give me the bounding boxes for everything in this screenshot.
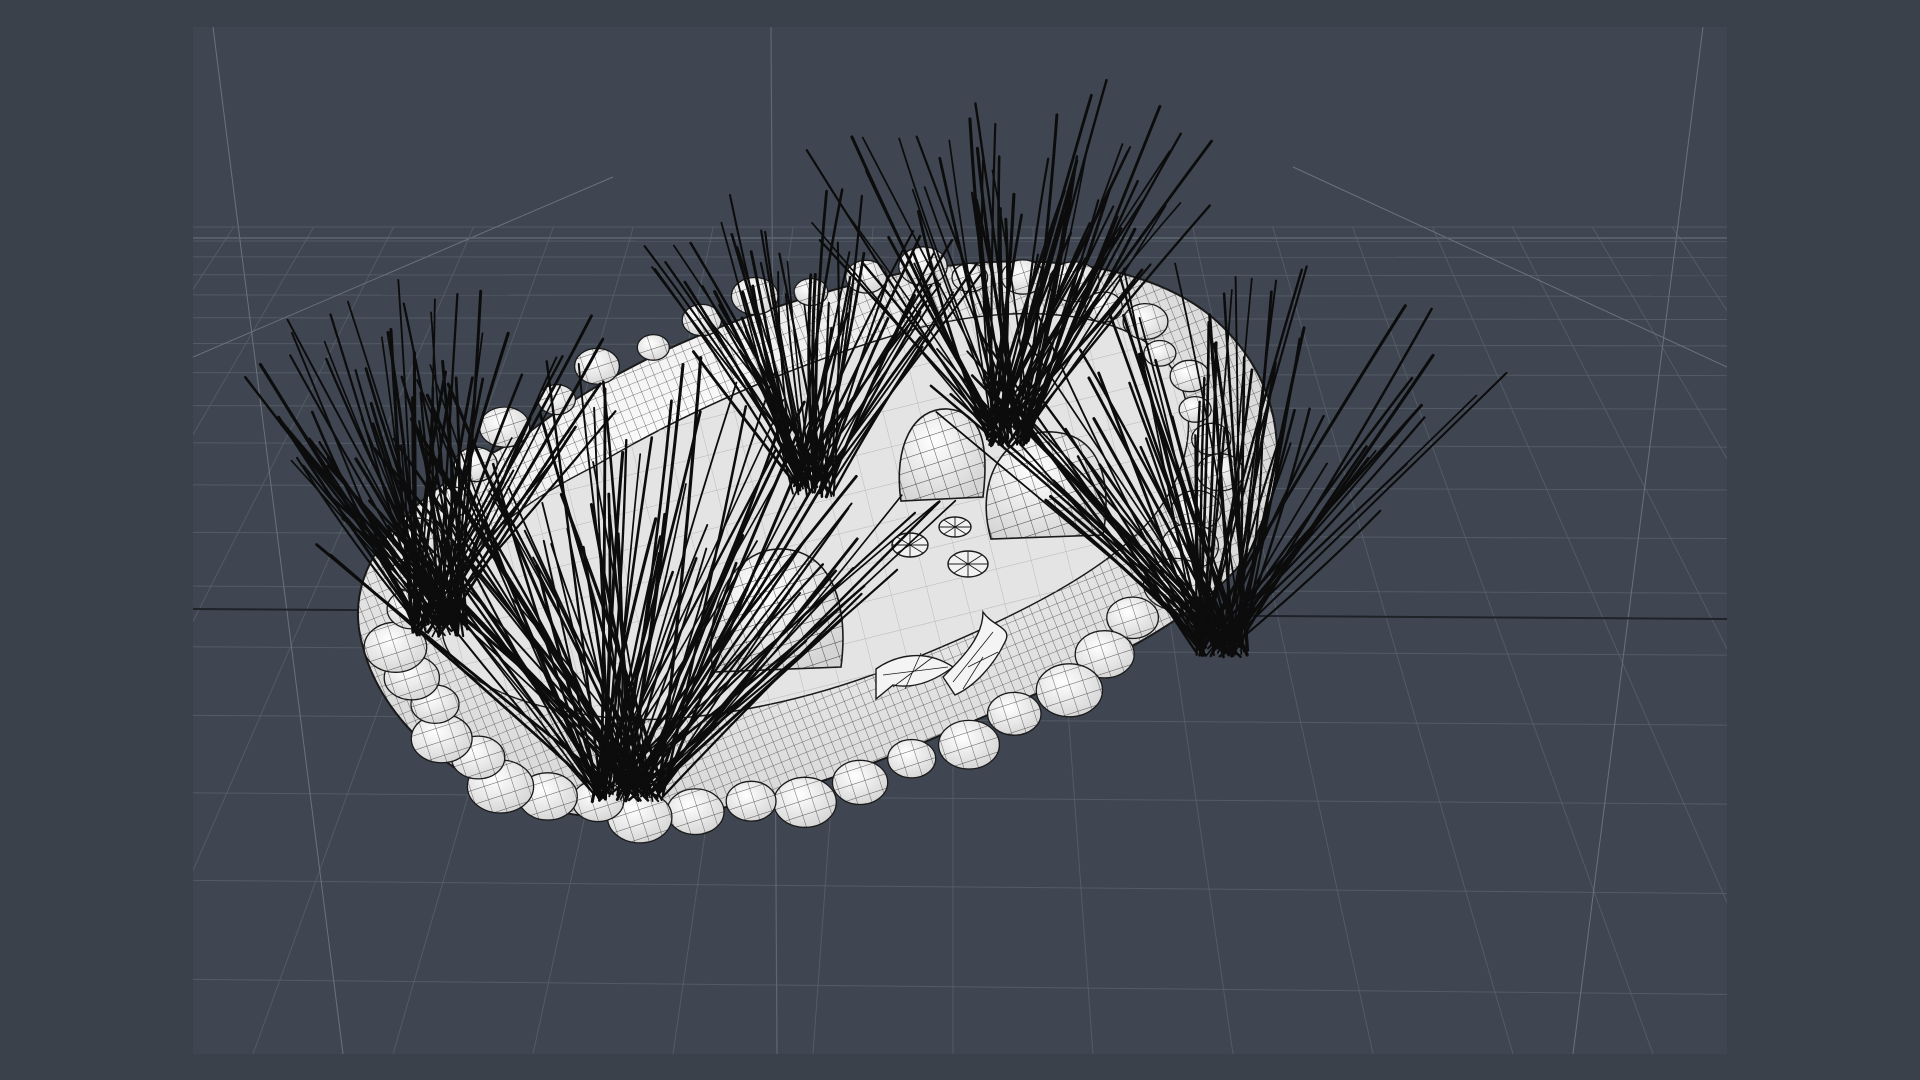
- rim-stone-wireframe: [832, 760, 888, 805]
- grid-line: [193, 879, 1727, 894]
- grid-line: [1671, 226, 1727, 312]
- application-window: [0, 0, 1920, 1080]
- grid-guide-line: [212, 27, 344, 1054]
- grid-line: [1272, 226, 1514, 1054]
- grid-line: [193, 256, 1727, 258]
- rim-stone-wireframe: [987, 692, 1041, 736]
- viewport-canvas[interactable]: [193, 27, 1727, 1054]
- rim-stone-wireframe: [773, 777, 837, 828]
- grid-line: [1352, 226, 1654, 1054]
- rim-stone-wireframe: [667, 788, 724, 835]
- grid-line: [193, 226, 315, 436]
- rim-stone-wireframe: [1036, 663, 1103, 717]
- rim-stone-wireframe: [887, 739, 936, 778]
- grid-line: [193, 226, 235, 291]
- grid-guide-line: [1292, 166, 1727, 368]
- grid-guide-line: [193, 176, 614, 358]
- grid-guide-line: [1572, 27, 1704, 1054]
- grid-line: [193, 792, 1727, 805]
- lily-pad-3[interactable]: [947, 550, 989, 578]
- grid-line: [1511, 226, 1727, 651]
- 3d-viewport[interactable]: [193, 27, 1727, 1054]
- lily-pad-2[interactable]: [938, 516, 972, 538]
- rim-stone-wireframe: [726, 781, 776, 822]
- grid-line: [193, 978, 1727, 995]
- rim-stone-wireframe: [938, 720, 1000, 769]
- rim-stone-wireframe: [479, 407, 530, 448]
- rim-stone-wireframe: [637, 334, 670, 361]
